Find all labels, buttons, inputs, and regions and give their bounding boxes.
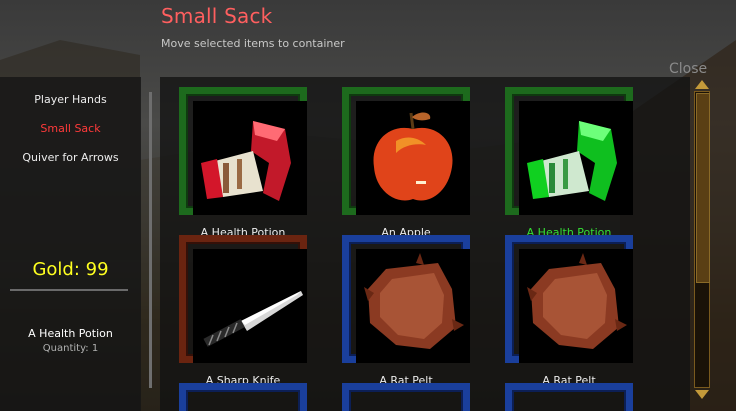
sidebar-divider	[10, 289, 128, 291]
scrollbar-track[interactable]	[694, 91, 710, 388]
page-subtitle: Move selected items to container	[161, 37, 345, 50]
item-frame	[505, 235, 633, 363]
scroll-down-icon[interactable]	[695, 390, 709, 399]
sidebar-item-quiver-for-arrows[interactable]: Quiver for Arrows	[0, 151, 141, 164]
item-frame-partial[interactable]	[505, 383, 633, 411]
selected-item-quantity: Quantity: 1	[42, 343, 99, 354]
item-frame	[342, 235, 470, 363]
rat-pelt-icon	[364, 253, 464, 349]
health-potion-icon	[527, 121, 617, 201]
item-frame	[179, 235, 307, 363]
sidebar-scroll-rail	[149, 92, 152, 388]
item-frame-partial[interactable]	[342, 383, 470, 411]
rat-pelt-icon	[527, 253, 627, 349]
item-frame-partial[interactable]	[179, 383, 307, 411]
container-sidebar: Player Hands Small Sack Quiver for Arrow…	[0, 77, 141, 411]
item-frame	[179, 87, 307, 215]
gold-counter: Gold: 99	[32, 259, 109, 280]
apple-icon	[373, 112, 453, 201]
page-title: Small Sack	[161, 4, 273, 28]
scroll-up-icon[interactable]	[695, 80, 709, 89]
sidebar-item-small-sack[interactable]: Small Sack	[0, 122, 141, 135]
close-button[interactable]: Close	[669, 61, 707, 77]
item-grid: A Health Potion An Apple A Health Potion…	[160, 77, 690, 411]
selected-item-name: A Health Potion	[28, 327, 113, 340]
item-frame	[342, 87, 470, 215]
health-potion-icon	[201, 121, 291, 201]
sidebar-item-player-hands[interactable]: Player Hands	[0, 93, 141, 106]
scrollbar-thumb[interactable]	[696, 93, 710, 283]
knife-icon	[203, 291, 303, 347]
item-frame	[505, 87, 633, 215]
